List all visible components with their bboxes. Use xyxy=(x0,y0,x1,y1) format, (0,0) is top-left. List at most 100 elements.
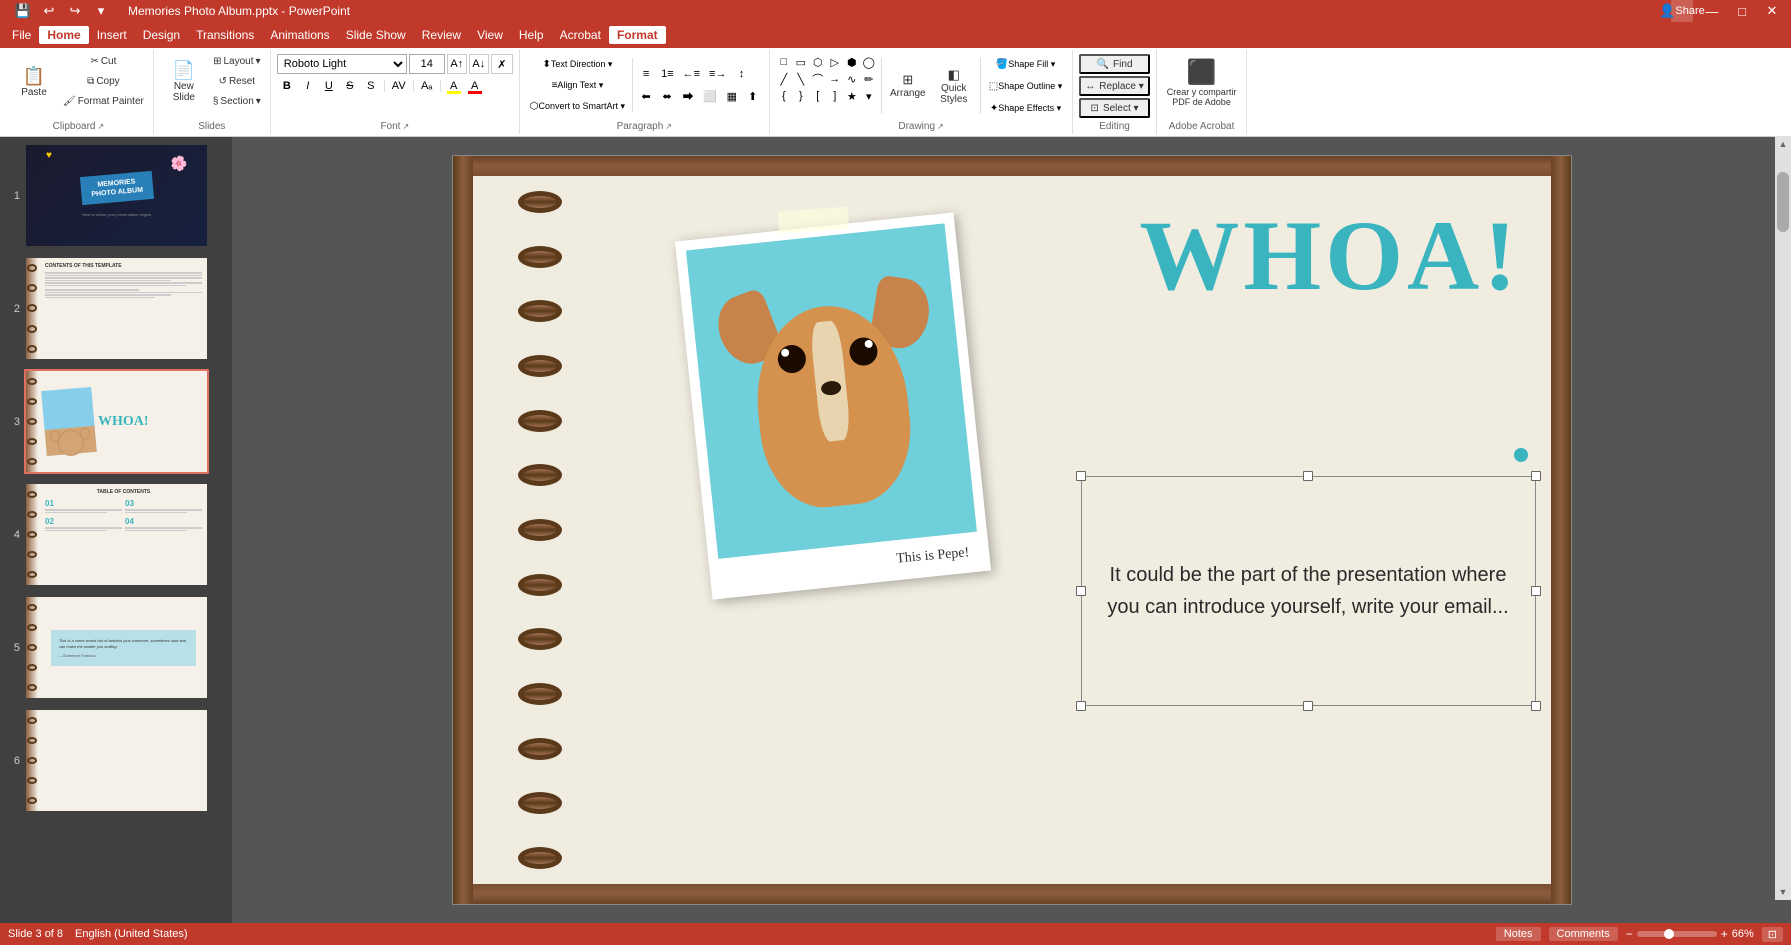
align-center-button[interactable]: ⬌ xyxy=(657,86,677,106)
slide-thumb-5[interactable]: 5 This is a some words but of wisdom plu… xyxy=(4,593,228,702)
menu-file[interactable]: File xyxy=(4,26,39,44)
quick-access-dropdown[interactable]: ▾ xyxy=(90,0,112,22)
layout-button[interactable]: ⊞ Layout ▾ xyxy=(210,52,264,70)
shapes-more-btn[interactable]: ▾ xyxy=(861,88,877,104)
shape-effects-button[interactable]: ✦ Shape Effects ▾ xyxy=(985,98,1067,118)
format-painter-button[interactable]: 🖌 Format Painter xyxy=(60,92,147,110)
line-shape-btn[interactable]: ╱ xyxy=(776,71,792,87)
menu-view[interactable]: View xyxy=(469,26,511,44)
reset-button[interactable]: ↺ Reset xyxy=(210,72,264,90)
freeform-shape-btn[interactable]: ✏ xyxy=(861,71,877,87)
zoom-out-button[interactable]: − xyxy=(1626,927,1633,941)
bracket-shape-btn[interactable]: [ xyxy=(810,88,826,104)
rotate-handle[interactable] xyxy=(1514,448,1528,462)
line2-shape-btn[interactable]: ╲ xyxy=(793,71,809,87)
slide-thumb-4[interactable]: 4 TABLE OF CONTENTS 01 xyxy=(4,480,228,589)
columns-button[interactable]: ▦ xyxy=(722,86,742,106)
arrange-button[interactable]: ⊞ Arrange xyxy=(886,54,930,118)
maximize-button[interactable]: □ xyxy=(1731,0,1753,22)
cut-button[interactable]: ✂ Cut xyxy=(60,52,147,70)
whoa-title[interactable]: WHOA! xyxy=(1139,206,1520,306)
handle-left-mid[interactable] xyxy=(1076,586,1086,596)
menu-insert[interactable]: Insert xyxy=(89,26,135,44)
menu-design[interactable]: Design xyxy=(135,26,188,44)
star-shape-btn[interactable]: ★ xyxy=(844,88,860,104)
font-size-input[interactable] xyxy=(409,54,445,74)
font-name-select[interactable]: Roboto Light xyxy=(277,54,407,74)
notes-button[interactable]: Notes xyxy=(1496,927,1541,941)
callout-shape-btn[interactable]: { xyxy=(776,88,792,104)
line-spacing-button[interactable]: ↕ xyxy=(731,64,751,84)
zoom-in-button[interactable]: + xyxy=(1721,927,1728,941)
main-slide[interactable]: This is Pepe! WHOA! xyxy=(452,155,1572,905)
menu-home[interactable]: Home xyxy=(39,26,88,44)
rounded-rect-shape-btn[interactable]: ▭ xyxy=(793,54,809,70)
decrease-font-size-button[interactable]: A↓ xyxy=(469,54,489,74)
underline-button[interactable]: U xyxy=(319,76,339,96)
slide-thumbnail-2[interactable]: CONTENTS OF THIS TEMPLATE xyxy=(24,256,209,361)
redo-button[interactable]: ↪ xyxy=(64,0,86,22)
slide-thumb-3[interactable]: 3 xyxy=(4,367,228,476)
highlight-color-button[interactable]: A xyxy=(444,76,464,96)
scroll-down-button[interactable]: ▼ xyxy=(1777,884,1789,900)
paste-button[interactable]: 📋 Paste xyxy=(10,52,58,112)
comments-button[interactable]: Comments xyxy=(1549,927,1618,941)
convert-smartart-button[interactable]: ⬡ Convert to SmartArt ▾ xyxy=(526,96,629,116)
handle-bottom-mid[interactable] xyxy=(1303,701,1313,711)
numbered-list-button[interactable]: 1≡ xyxy=(657,64,678,84)
arc-shape-btn[interactable]: ⌒ xyxy=(810,71,826,87)
section-button[interactable]: § Section ▾ xyxy=(210,92,264,110)
new-slide-button[interactable]: 📄 New Slide xyxy=(160,52,208,112)
justify-button[interactable]: ⬜ xyxy=(699,86,721,106)
menu-slideshow[interactable]: Slide Show xyxy=(338,26,414,44)
menu-help[interactable]: Help xyxy=(511,26,552,44)
create-pdf-button[interactable]: ⬛ Crear y compartir PDF de Adobe xyxy=(1163,54,1241,114)
arrow-shape-btn[interactable]: → xyxy=(827,71,843,87)
slide-thumbnail-6[interactable] xyxy=(24,708,209,813)
shape-fill-button[interactable]: 🪣 Shape Fill ▾ xyxy=(985,54,1067,74)
text-direction-button[interactable]: ⬍ Text Direction ▾ xyxy=(526,54,629,74)
drawing-expand-icon[interactable]: ↗ xyxy=(937,122,944,131)
indent-button[interactable]: ⬆ xyxy=(743,86,763,106)
undo-button[interactable]: ↩ xyxy=(38,0,60,22)
rectangle-shape-btn[interactable]: □ xyxy=(776,54,792,70)
save-button[interactable]: 💾 xyxy=(12,0,34,22)
decrease-indent-button[interactable]: ←≡ xyxy=(679,64,704,84)
menu-review[interactable]: Review xyxy=(414,26,469,44)
menu-animations[interactable]: Animations xyxy=(262,26,337,44)
vertical-scrollbar[interactable]: ▲ ▼ xyxy=(1775,136,1791,900)
bullets-button[interactable]: ≡ xyxy=(636,64,656,84)
shape4-btn[interactable]: ▷ xyxy=(827,54,843,70)
clear-format-button[interactable]: ✗ xyxy=(491,54,513,74)
slide-thumbnail-5[interactable]: This is a some words but of wisdom plus … xyxy=(24,595,209,700)
zoom-slider[interactable] xyxy=(1637,931,1717,937)
slide-thumbnail-1[interactable]: MEMORIESPHOTO ALBUM 🌸 ♥ Here is where yo… xyxy=(24,143,209,248)
share-button[interactable]: 👤 Share xyxy=(1671,0,1693,22)
font-size-aa-button[interactable]: Aₐ xyxy=(417,76,437,96)
char-spacing-button[interactable]: AV xyxy=(388,76,410,96)
bracket2-shape-btn[interactable]: ] xyxy=(827,88,843,104)
font-color-button[interactable]: A xyxy=(465,76,485,96)
handle-top-mid[interactable] xyxy=(1303,471,1313,481)
handle-bottom-left[interactable] xyxy=(1076,701,1086,711)
italic-button[interactable]: I xyxy=(298,76,318,96)
quick-styles-button[interactable]: ◧ Quick Styles xyxy=(932,54,976,118)
handle-top-left[interactable] xyxy=(1076,471,1086,481)
handle-bottom-right[interactable] xyxy=(1531,701,1541,711)
dog-photo[interactable]: This is Pepe! xyxy=(674,212,990,599)
slide-thumb-6[interactable]: 6 xyxy=(4,706,228,815)
strikethrough-button[interactable]: S xyxy=(340,76,360,96)
bold-button[interactable]: B xyxy=(277,76,297,96)
slide-thumbnail-3[interactable]: WHOA! xyxy=(24,369,209,474)
snip-rect-shape-btn[interactable]: ⬡ xyxy=(810,54,826,70)
shape5-btn[interactable]: ⬢ xyxy=(844,54,860,70)
handle-top-right[interactable] xyxy=(1531,471,1541,481)
menu-transitions[interactable]: Transitions xyxy=(188,26,262,44)
copy-button[interactable]: ⧉ Copy xyxy=(60,72,147,90)
clipboard-expand-icon[interactable]: ↗ xyxy=(97,122,104,131)
slide-thumb-1[interactable]: 1 MEMORIESPHOTO ALBUM 🌸 ♥ Here is where … xyxy=(4,141,228,250)
shape6-btn[interactable]: ◯ xyxy=(861,54,877,70)
increase-indent-button[interactable]: ≡→ xyxy=(705,64,730,84)
handle-right-mid[interactable] xyxy=(1531,586,1541,596)
align-right-button[interactable]: ⮕ xyxy=(678,86,698,106)
